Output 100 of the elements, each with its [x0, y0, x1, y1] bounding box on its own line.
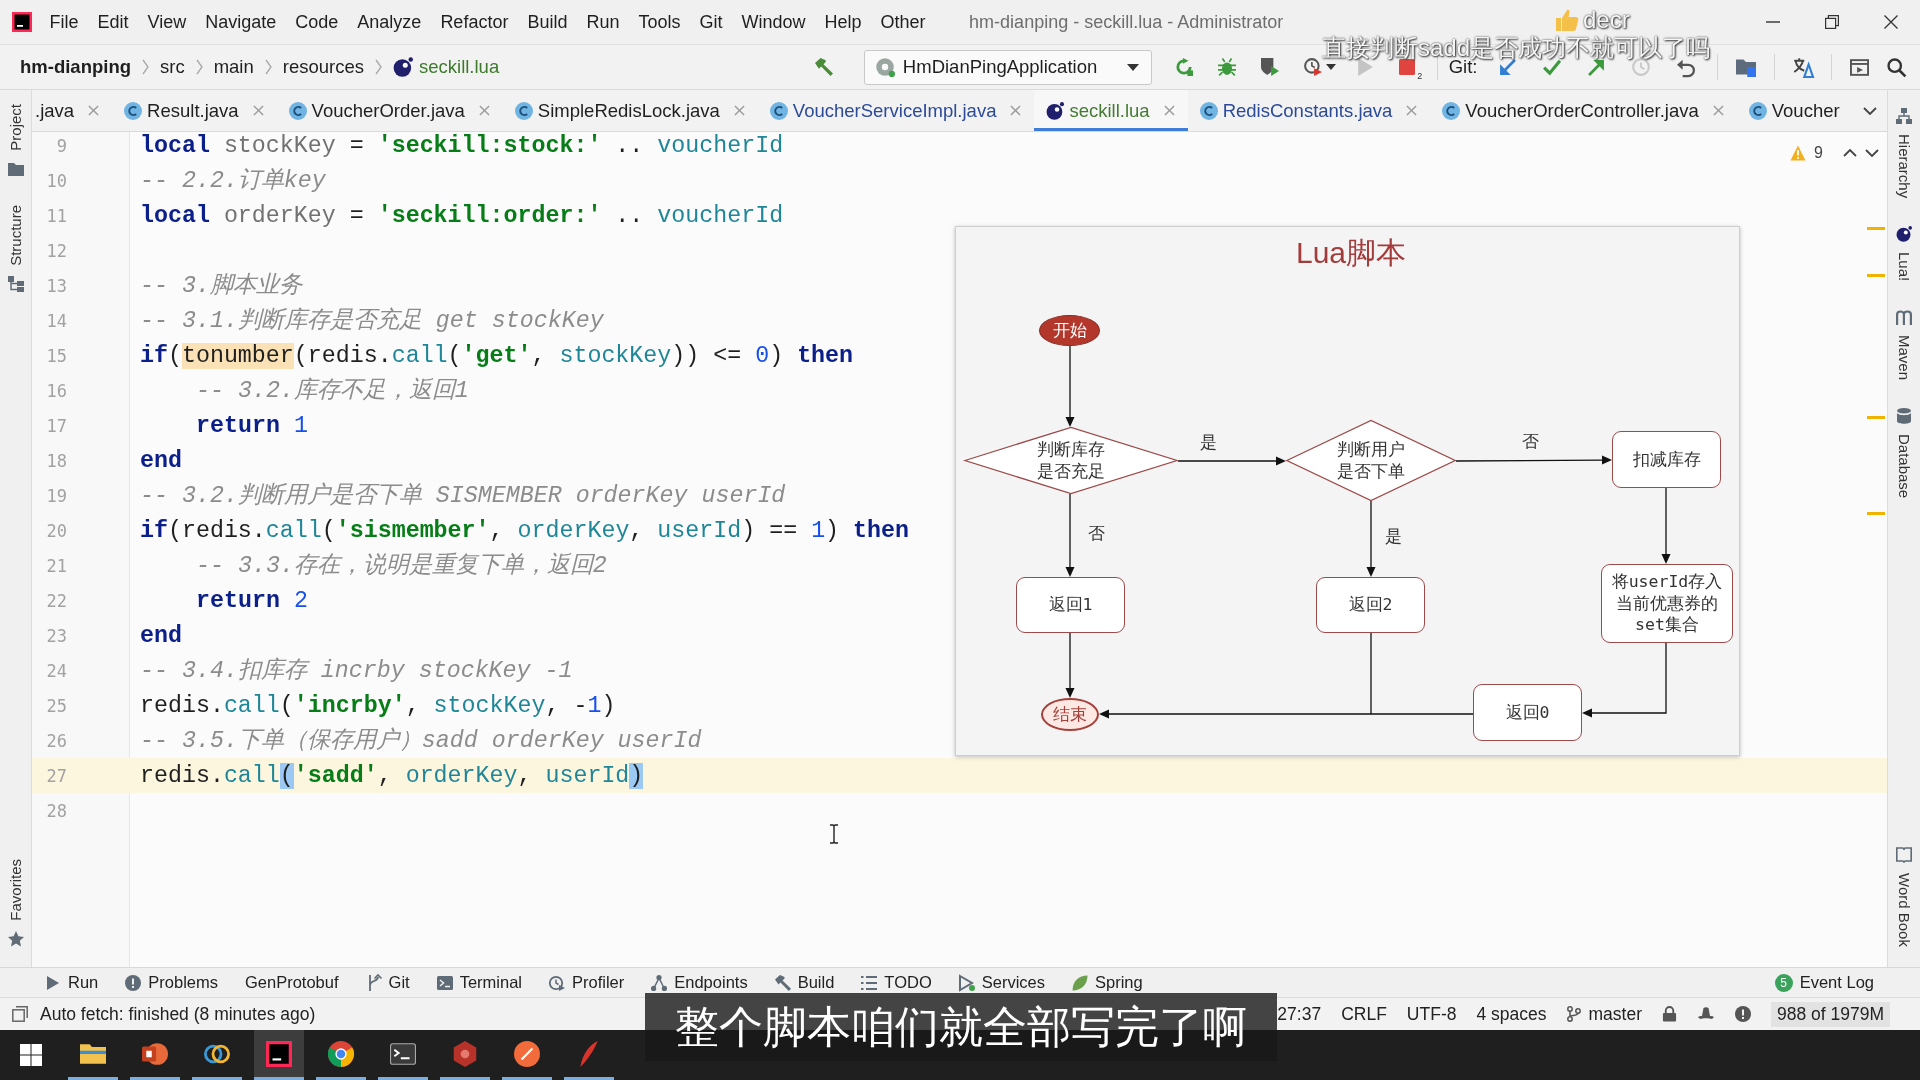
bug-icon[interactable]: [1217, 58, 1236, 76]
process-box: 扣减库存: [1612, 431, 1721, 488]
c-circle-icon: [769, 101, 788, 120]
line-number: 24: [45, 660, 67, 681]
tool-window-button[interactable]: TODO: [861, 973, 932, 992]
clock-play-icon[interactable]: [1303, 58, 1322, 76]
tool-window-button[interactable]: Services: [958, 973, 1045, 992]
decision-node: 判断库存 是否充足: [964, 427, 1178, 494]
minimize-icon[interactable]: [1765, 21, 1780, 23]
tool-window-button[interactable]: Maven: [1895, 309, 1913, 381]
branch-label: 是: [1384, 525, 1402, 548]
tool-window-button[interactable]: Run: [45, 973, 99, 992]
tool-window-button[interactable]: Favorites: [7, 859, 24, 947]
tool-window-button[interactable]: Lua!: [1895, 226, 1913, 282]
menu-item[interactable]: Help: [815, 11, 872, 33]
hat-icon[interactable]: [1696, 1006, 1715, 1022]
file-encoding[interactable]: UTF-8: [1406, 1003, 1457, 1025]
shield-play-icon[interactable]: [1260, 58, 1279, 76]
stripe-mark-icon: [1867, 512, 1885, 515]
tool-window-button[interactable]: Build: [774, 973, 835, 992]
tool-window-button[interactable]: Problems: [125, 973, 218, 992]
indent-setting[interactable]: 4 spaces: [1476, 1003, 1547, 1025]
translate-icon[interactable]: [1793, 57, 1813, 77]
tool-window-button[interactable]: Profiler: [549, 973, 625, 992]
menu-item[interactable]: Tools: [628, 11, 690, 33]
editor-tab[interactable]: SimpleRedisLock.java: [502, 90, 758, 131]
arrow: [1065, 632, 1075, 698]
code-line: -- 3.1.判断库存是否充足 get stockKey: [140, 306, 604, 335]
taskbar-button[interactable]: [254, 1030, 304, 1080]
run-config-dropdown[interactable]: HmDianPingApplication: [863, 49, 1153, 85]
breadcrumb[interactable]: seckill.lua: [393, 56, 500, 78]
editor-tab[interactable]: VoucherServiceImpl.java: [757, 90, 1035, 131]
lock-icon[interactable]: [1661, 1006, 1677, 1022]
breadcrumb[interactable]: resources: [282, 56, 364, 78]
code-line: -- 3.脚本业务: [140, 271, 302, 300]
search-icon[interactable]: [1887, 57, 1906, 77]
hammer-icon[interactable]: [815, 58, 834, 76]
event-log-button[interactable]: 5 Event Log: [1774, 973, 1874, 992]
restore-icon[interactable]: [1824, 15, 1839, 29]
chevron-up-icon[interactable]: [1843, 149, 1857, 157]
editor-tab[interactable]: VoucherOrder.java: [276, 90, 503, 131]
chevron-right-icon: [142, 59, 149, 75]
breadcrumb[interactable]: hm-dianping: [20, 56, 131, 78]
editor-tab[interactable]: RedisConstants.java: [1187, 90, 1431, 131]
window-stack-icon[interactable]: [12, 1006, 28, 1022]
book-icon: [1896, 847, 1912, 864]
tool-window-button[interactable]: Database: [1895, 408, 1913, 499]
menu-item[interactable]: Git: [690, 11, 732, 33]
warning-count[interactable]: 9: [1814, 144, 1823, 162]
menu-item[interactable]: File: [40, 11, 88, 33]
tool-window-button[interactable]: Git: [365, 973, 410, 992]
four-squares-icon[interactable]: [20, 1044, 42, 1066]
alert-circle-icon[interactable]: [1734, 1006, 1751, 1022]
c-circle-icon: [288, 101, 307, 120]
editor-tab[interactable]: Voucher: [1736, 90, 1853, 131]
chevron-down-icon[interactable]: [1863, 106, 1877, 115]
stop-icon[interactable]: [1399, 59, 1416, 75]
menu-item[interactable]: Navigate: [195, 11, 286, 33]
end-node: 结束: [1041, 698, 1099, 731]
menu-item[interactable]: Build: [517, 11, 577, 33]
menu-item[interactable]: Code: [285, 11, 348, 33]
memory-indicator[interactable]: 988 of 1979M: [1770, 1001, 1890, 1027]
tool-window-button[interactable]: Endpoints: [651, 973, 748, 992]
circular-arrow-icon[interactable]: [1174, 58, 1193, 76]
tool-window-button[interactable]: Word Book: [1895, 847, 1913, 947]
menu-item[interactable]: Other: [871, 11, 936, 33]
code-line: local orderKey = 'seckill:order:' .. voucherId: [140, 201, 784, 230]
line-number: 26: [45, 730, 67, 751]
git-branch[interactable]: master: [1566, 1003, 1642, 1025]
caret-position[interactable]: 27:37: [1277, 1003, 1322, 1025]
tool-window-button[interactable]: GenProtobuf: [245, 973, 339, 992]
tool-window-button[interactable]: Project: [7, 104, 24, 177]
editor-tab[interactable]: seckill.lua: [1034, 90, 1188, 131]
caret-down-icon[interactable]: [1326, 64, 1337, 70]
chevron-down-icon[interactable]: [1865, 149, 1879, 157]
editor-tab[interactable]: Result.java: [112, 90, 277, 131]
tool-window-button[interactable]: Terminal: [436, 973, 522, 992]
menu-item[interactable]: Edit: [88, 11, 139, 33]
menu-item[interactable]: Window: [732, 11, 816, 33]
line-separator[interactable]: CRLF: [1341, 1003, 1387, 1025]
editor-tab[interactable]: VoucherOrderController.java: [1430, 90, 1737, 131]
editor-tab[interactable]: .java: [32, 90, 113, 131]
tool-window-button[interactable]: Hierarchy: [1895, 108, 1913, 199]
close-icon[interactable]: [1883, 15, 1898, 29]
tool-window-button[interactable]: Structure: [7, 204, 24, 292]
menu-item[interactable]: View: [138, 11, 196, 33]
branch-label: 否: [1087, 522, 1105, 545]
window-play-icon[interactable]: [1850, 57, 1869, 77]
tool-window-button[interactable]: Spring: [1072, 973, 1143, 992]
code-line: -- 3.4.扣库存 incrby stockKey -1: [140, 656, 573, 685]
menu-item[interactable]: Refactor: [430, 11, 518, 33]
line-number: 28: [45, 800, 67, 821]
breadcrumb[interactable]: main: [213, 56, 254, 78]
terminal-icon: [390, 1040, 416, 1067]
menu-item[interactable]: Analyze: [347, 11, 431, 33]
menu-item[interactable]: Run: [576, 11, 629, 33]
breadcrumb[interactable]: src: [160, 56, 185, 78]
folder-icon: [7, 160, 24, 177]
play-icon: [45, 974, 61, 991]
line-number: 19: [45, 485, 67, 506]
